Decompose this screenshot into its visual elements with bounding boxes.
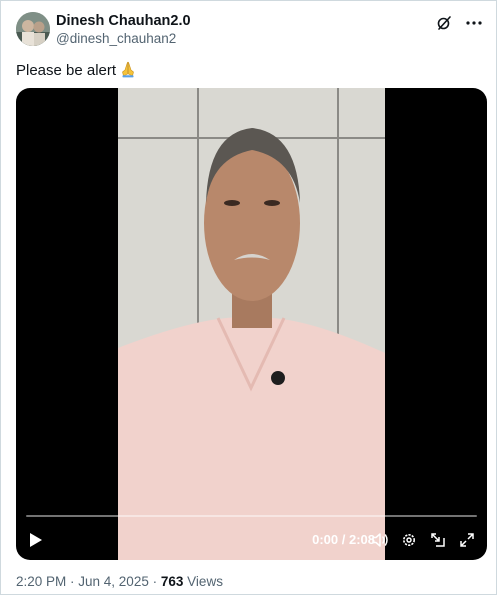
author-block: Dinesh Chauhan2.0 @dinesh_chauhan2 (56, 12, 191, 48)
header-actions (434, 12, 484, 34)
video-control-icons (370, 530, 477, 550)
timestamp[interactable]: 2:20 PM · Jun 4, 2025 (16, 574, 149, 589)
tweet-header: Dinesh Chauhan2.0 @dinesh_chauhan2 (16, 12, 484, 48)
grok-icon[interactable] (434, 13, 454, 33)
video-frame[interactable] (118, 88, 385, 560)
tweet-body: Please be alert (16, 62, 117, 79)
avatar[interactable] (16, 12, 50, 46)
play-icon[interactable] (26, 530, 46, 550)
folded-hands-icon (119, 60, 137, 84)
meta-separator: · (152, 574, 158, 589)
video-controls: 0:00 / 2:08 (16, 520, 487, 560)
time-display: 0:00 / 2:08 (312, 532, 375, 547)
views-count: 763 (160, 574, 184, 589)
display-name[interactable]: Dinesh Chauhan2.0 (56, 12, 191, 30)
volume-icon[interactable] (370, 530, 390, 550)
tweet-card: Dinesh Chauhan2.0 @dinesh_chauhan2 Pleas… (0, 0, 497, 595)
tweet-text: Please be alert (16, 60, 137, 84)
video-player[interactable]: 0:00 / 2:08 (16, 88, 487, 560)
user-handle[interactable]: @dinesh_chauhan2 (56, 30, 191, 48)
settings-icon[interactable] (399, 530, 419, 550)
more-icon[interactable] (464, 13, 484, 33)
progress-bar[interactable] (26, 515, 477, 517)
views-label: Views (187, 574, 223, 589)
pip-icon[interactable] (428, 530, 448, 550)
fullscreen-icon[interactable] (457, 530, 477, 550)
tweet-meta: 2:20 PM · Jun 4, 2025 · 763 Views (16, 574, 223, 590)
